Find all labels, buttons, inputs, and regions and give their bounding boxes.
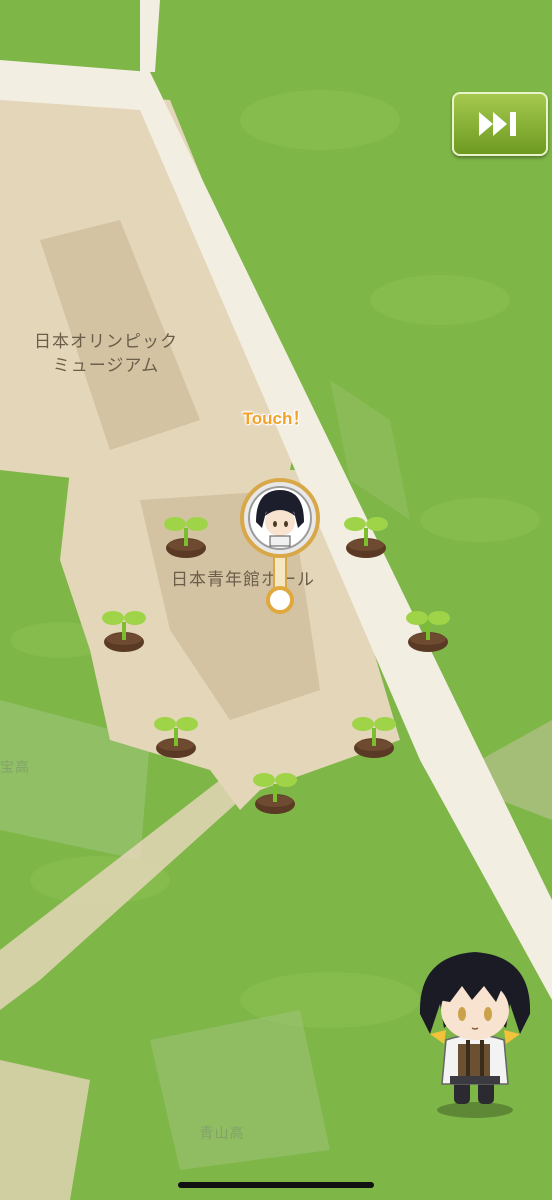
sprout-icon[interactable] (98, 602, 150, 654)
home-indicator[interactable] (178, 1182, 374, 1188)
place-label-olympic-museum: 日本オリンピック ミュージアム (24, 330, 188, 378)
place-label-aoyama-high: 青山高 (196, 1122, 248, 1146)
place-label-edge: 宝高 (0, 756, 30, 780)
character-map-pin[interactable] (232, 478, 328, 618)
skip-button[interactable] (452, 92, 548, 156)
player-character[interactable] (410, 944, 540, 1120)
sprout-icon[interactable] (160, 508, 212, 560)
sprout-icon[interactable] (340, 508, 392, 560)
sprout-icon[interactable] (402, 602, 454, 654)
sprout-icon[interactable] (348, 708, 400, 760)
fast-forward-icon (479, 112, 516, 136)
sprout-icon[interactable] (249, 764, 301, 816)
place-label-line: 宝高 (0, 760, 30, 776)
place-label-line: 日本オリンピック ミュージアム (34, 332, 178, 376)
touch-prompt: Touch！ (242, 409, 310, 428)
sprout-icon[interactable] (150, 708, 202, 760)
place-label-line: 青山高 (199, 1126, 245, 1142)
